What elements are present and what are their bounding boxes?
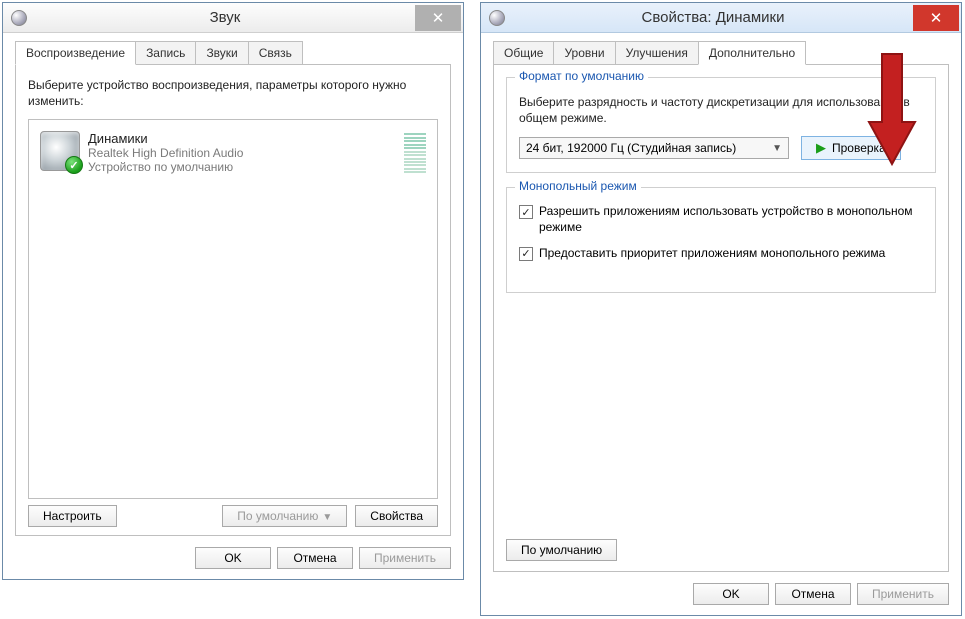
format-selected-value: 24 бит, 192000 Гц (Студийная запись) xyxy=(526,141,736,155)
tabstrip: Воспроизведение Запись Звуки Связь xyxy=(15,41,451,65)
checkmark-icon: ✓ xyxy=(65,156,83,174)
ok-button[interactable]: OK xyxy=(195,547,271,569)
device-info: Динамики Realtek High Definition Audio У… xyxy=(88,131,396,174)
allow-exclusive-label: Разрешить приложениям использовать устро… xyxy=(539,204,923,235)
exclusive-priority-label: Предоставить приоритет приложениям моноп… xyxy=(539,246,885,262)
device-subtitle: Realtek High Definition Audio xyxy=(88,146,396,160)
tab-recording[interactable]: Запись xyxy=(135,41,196,65)
tab-levels[interactable]: Уровни xyxy=(553,41,615,65)
tabpanel-playback: Выберите устройство воспроизведения, пар… xyxy=(15,64,451,536)
tab-general[interactable]: Общие xyxy=(493,41,554,65)
tab-sounds[interactable]: Звуки xyxy=(195,41,248,65)
exclusive-mode-group: Монопольный режим ✓ Разрешить приложения… xyxy=(506,187,936,293)
tab-enhancements[interactable]: Улучшения xyxy=(615,41,699,65)
chevron-down-icon: ▼ xyxy=(322,512,332,523)
properties-button[interactable]: Свойства xyxy=(355,505,438,527)
default-format-group: Формат по умолчанию Выберите разрядность… xyxy=(506,77,936,173)
set-default-label: По умолчанию xyxy=(237,509,318,523)
format-description: Выберите разрядность и частоту дискретиз… xyxy=(519,94,923,126)
ok-button[interactable]: OK xyxy=(693,583,769,605)
window-title: Свойства: Динамики xyxy=(513,9,913,26)
tabstrip: Общие Уровни Улучшения Дополнительно xyxy=(493,41,949,65)
tabpanel-advanced: Формат по умолчанию Выберите разрядность… xyxy=(493,64,949,572)
cancel-button[interactable]: Отмена xyxy=(277,547,353,569)
device-name: Динамики xyxy=(88,131,396,146)
play-icon: ▶ xyxy=(816,140,826,156)
window-title: Звук xyxy=(35,9,415,26)
level-meter-icon xyxy=(404,131,426,175)
test-button[interactable]: ▶ Проверка xyxy=(801,136,901,160)
group-legend: Монопольный режим xyxy=(515,179,641,193)
list-item[interactable]: ✓ Динамики Realtek High Definition Audio… xyxy=(33,124,433,182)
device-status: Устройство по умолчанию xyxy=(88,160,396,174)
chevron-down-icon: ▼ xyxy=(772,143,782,154)
configure-button[interactable]: Настроить xyxy=(28,505,117,527)
apply-button[interactable]: Применить xyxy=(857,583,949,605)
apply-button[interactable]: Применить xyxy=(359,547,451,569)
allow-exclusive-checkbox[interactable]: ✓ xyxy=(519,205,533,219)
sound-app-icon xyxy=(489,10,505,26)
close-icon[interactable]: ✕ xyxy=(415,5,461,31)
titlebar[interactable]: Звук ✕ xyxy=(3,3,463,33)
group-legend: Формат по умолчанию xyxy=(515,69,648,83)
sound-app-icon xyxy=(11,10,27,26)
tab-communications[interactable]: Связь xyxy=(248,41,303,65)
dialog-footer: OK Отмена Применить xyxy=(693,583,949,605)
test-label: Проверка xyxy=(832,141,886,155)
format-select[interactable]: 24 бит, 192000 Гц (Студийная запись) ▼ xyxy=(519,137,789,159)
cancel-button[interactable]: Отмена xyxy=(775,583,851,605)
sound-dialog: Звук ✕ Воспроизведение Запись Звуки Связ… xyxy=(2,2,464,580)
exclusive-priority-checkbox[interactable]: ✓ xyxy=(519,247,533,261)
titlebar[interactable]: Свойства: Динамики ✕ xyxy=(481,3,961,33)
device-list[interactable]: ✓ Динамики Realtek High Definition Audio… xyxy=(28,119,438,499)
tab-playback[interactable]: Воспроизведение xyxy=(15,41,136,65)
dialog-footer: OK Отмена Применить xyxy=(195,547,451,569)
speaker-icon: ✓ xyxy=(40,131,80,171)
tab-advanced[interactable]: Дополнительно xyxy=(698,41,806,65)
close-icon[interactable]: ✕ xyxy=(913,5,959,31)
instruction-text: Выберите устройство воспроизведения, пар… xyxy=(28,77,438,109)
restore-defaults-button[interactable]: По умолчанию xyxy=(506,539,617,561)
set-default-button[interactable]: По умолчанию ▼ xyxy=(222,505,347,527)
properties-dialog: Свойства: Динамики ✕ Общие Уровни Улучше… xyxy=(480,2,962,616)
